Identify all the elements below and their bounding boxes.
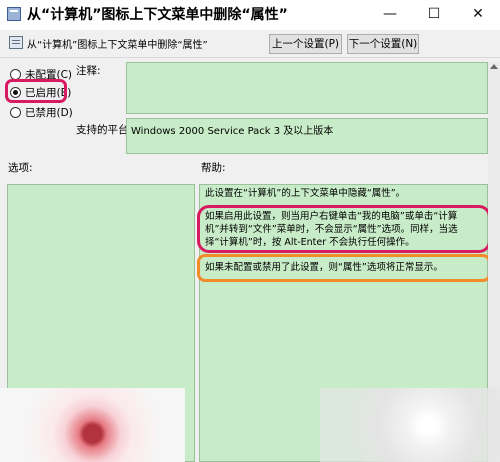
- platform-label: 支持的平台:: [76, 124, 133, 136]
- close-icon: ✕: [472, 6, 484, 22]
- setting-icon: [9, 36, 23, 49]
- close-button[interactable]: ✕: [456, 0, 500, 30]
- policy-icon: [7, 7, 21, 21]
- header-divider: [0, 57, 500, 58]
- decorative-overlay: [320, 388, 500, 462]
- maximize-icon: ☐: [427, 6, 441, 22]
- comment-textarea[interactable]: [126, 62, 488, 114]
- comment-label: 注释:: [76, 65, 101, 77]
- highlight-disabled-help: [197, 254, 491, 282]
- setting-name: 从“计算机”图标上下文菜单中删除“属性”: [27, 40, 208, 51]
- radio-label: 已禁用(D): [25, 106, 73, 119]
- highlight-enabled-help: [197, 205, 491, 253]
- next-setting-button[interactable]: 下一个设置(N): [347, 34, 419, 54]
- minimize-icon: —: [383, 6, 397, 22]
- previous-setting-button[interactable]: 上一个设置(P): [269, 34, 342, 54]
- highlight-enabled-option: [5, 79, 67, 103]
- radio-disabled[interactable]: 已禁用(D): [10, 104, 73, 120]
- platform-value: Windows 2000 Service Pack 3 及以上版本: [126, 118, 488, 154]
- decorative-overlay: [0, 388, 185, 462]
- help-paragraph: 此设置在“计算机”的上下文菜单中隐藏“属性”。: [205, 188, 406, 199]
- window-title: 从“计算机”图标上下文菜单中删除“属性”: [27, 7, 288, 23]
- radio-circle[interactable]: [10, 68, 21, 80]
- scroll-up-icon[interactable]: [490, 64, 498, 69]
- radio-circle[interactable]: [10, 106, 21, 118]
- minimize-button[interactable]: —: [368, 0, 412, 30]
- maximize-button[interactable]: ☐: [412, 0, 456, 30]
- title-bar: 从“计算机”图标上下文菜单中删除“属性” — ☐ ✕: [0, 0, 500, 30]
- help-label: 帮助:: [201, 162, 226, 174]
- options-label: 选项:: [8, 162, 33, 174]
